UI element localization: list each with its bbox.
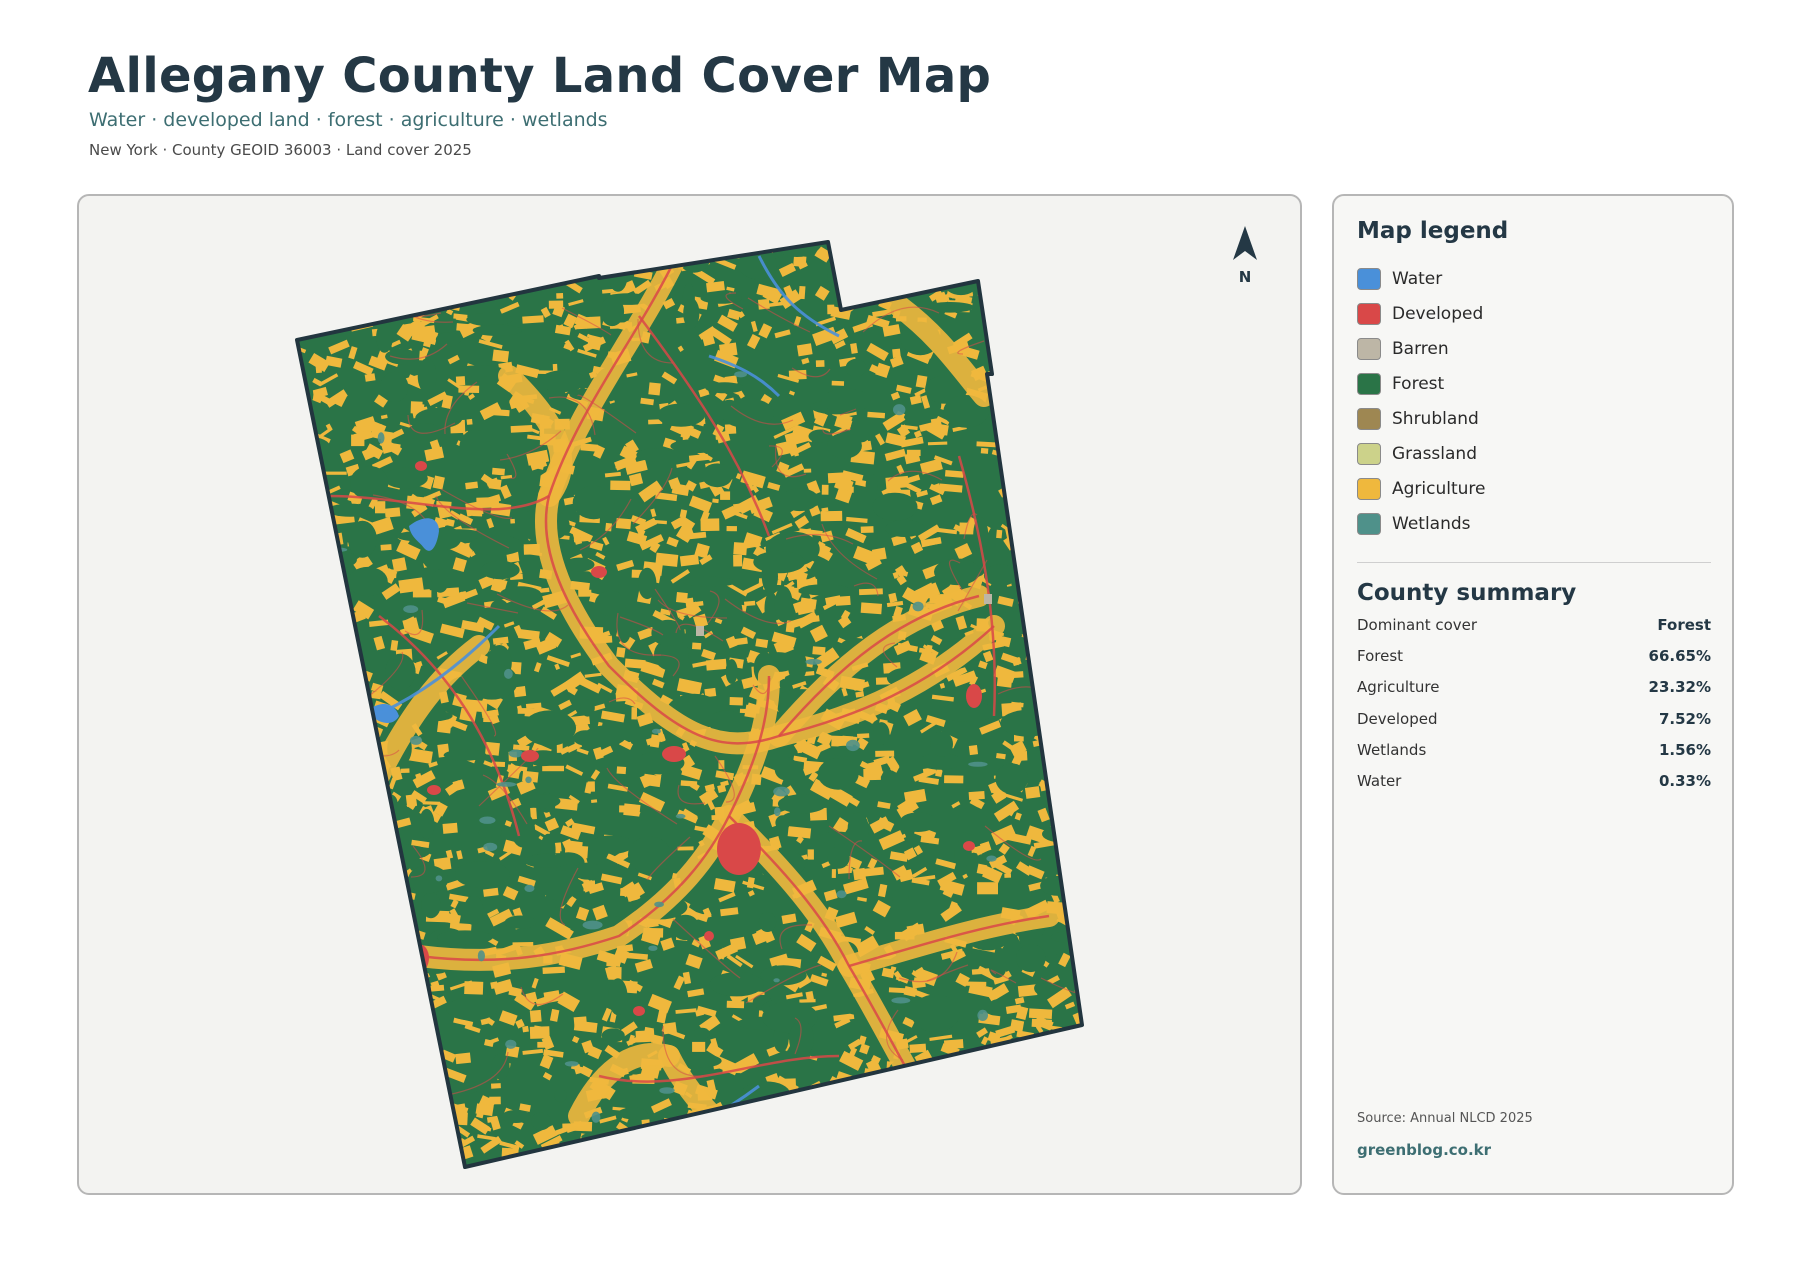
north-arrow-icon bbox=[1233, 226, 1257, 260]
north-arrow: N bbox=[1228, 224, 1262, 286]
page-title: Allegany County Land Cover Map bbox=[88, 48, 992, 104]
legend-item-water: Water bbox=[1357, 261, 1486, 296]
legend-item-shrubland: Shrubland bbox=[1357, 401, 1486, 436]
summary-key: Water bbox=[1357, 772, 1402, 791]
summary-row: Dominant cover Forest bbox=[1357, 609, 1711, 640]
summary-value: 7.52% bbox=[1658, 709, 1711, 728]
legend-swatch bbox=[1357, 407, 1381, 430]
summary-row: Forest 66.65% bbox=[1357, 640, 1711, 671]
legend-label: Agriculture bbox=[1392, 478, 1486, 499]
legend-swatch bbox=[1357, 267, 1381, 290]
legend-swatch bbox=[1357, 302, 1381, 325]
legend-item-agriculture: Agriculture bbox=[1357, 471, 1486, 506]
legend-swatch bbox=[1357, 337, 1381, 360]
summary-value: Forest bbox=[1657, 615, 1711, 634]
legend-item-barren: Barren bbox=[1357, 331, 1486, 366]
data-source: Source: Annual NLCD 2025 bbox=[1357, 1111, 1533, 1126]
legend-swatch bbox=[1357, 442, 1381, 465]
legend-item-developed: Developed bbox=[1357, 296, 1486, 331]
map-metadata: New York · County GEOID 36003 · Land cov… bbox=[89, 141, 472, 159]
summary-row: Water 0.33% bbox=[1357, 765, 1711, 796]
summary-value: 23.32% bbox=[1648, 678, 1711, 697]
legend-label: Forest bbox=[1392, 373, 1445, 394]
page-subtitle: Water · developed land · forest · agricu… bbox=[89, 109, 608, 131]
county-map[interactable] bbox=[79, 196, 1302, 1195]
side-panel: Map legend Water Developed Barren Forest… bbox=[1332, 194, 1734, 1195]
legend-label: Barren bbox=[1392, 338, 1449, 359]
legend-item-wetlands: Wetlands bbox=[1357, 506, 1486, 541]
legend-swatch bbox=[1357, 512, 1381, 535]
site-credit[interactable]: greenblog.co.kr bbox=[1357, 1141, 1491, 1159]
summary-heading: County summary bbox=[1357, 580, 1577, 606]
legend-label: Developed bbox=[1392, 303, 1484, 324]
summary-value: 66.65% bbox=[1648, 646, 1711, 665]
land-cover-raster bbox=[297, 242, 1082, 1167]
summary-key: Developed bbox=[1357, 709, 1438, 728]
summary-value: 1.56% bbox=[1658, 740, 1711, 759]
legend-label: Wetlands bbox=[1392, 513, 1471, 534]
legend-swatch bbox=[1357, 372, 1381, 395]
legend-swatch bbox=[1357, 477, 1381, 500]
panel-divider bbox=[1357, 562, 1711, 563]
legend-label: Shrubland bbox=[1392, 408, 1479, 429]
summary-row: Developed 7.52% bbox=[1357, 703, 1711, 734]
map-panel[interactable] bbox=[77, 194, 1302, 1195]
north-label: N bbox=[1238, 268, 1252, 286]
county-summary: Dominant cover Forest Forest 66.65% Agri… bbox=[1357, 609, 1711, 797]
legend-label: Grassland bbox=[1392, 443, 1477, 464]
map-legend: Water Developed Barren Forest Shrubland … bbox=[1357, 261, 1486, 541]
summary-key: Dominant cover bbox=[1357, 615, 1478, 634]
summary-value: 0.33% bbox=[1658, 772, 1711, 791]
legend-label: Water bbox=[1392, 268, 1443, 289]
legend-item-grassland: Grassland bbox=[1357, 436, 1486, 471]
summary-key: Wetlands bbox=[1357, 740, 1427, 759]
summary-key: Agriculture bbox=[1357, 678, 1440, 697]
summary-key: Forest bbox=[1357, 646, 1404, 665]
legend-heading: Map legend bbox=[1357, 218, 1509, 244]
summary-row: Agriculture 23.32% bbox=[1357, 672, 1711, 703]
summary-row: Wetlands 1.56% bbox=[1357, 734, 1711, 765]
legend-item-forest: Forest bbox=[1357, 366, 1486, 401]
